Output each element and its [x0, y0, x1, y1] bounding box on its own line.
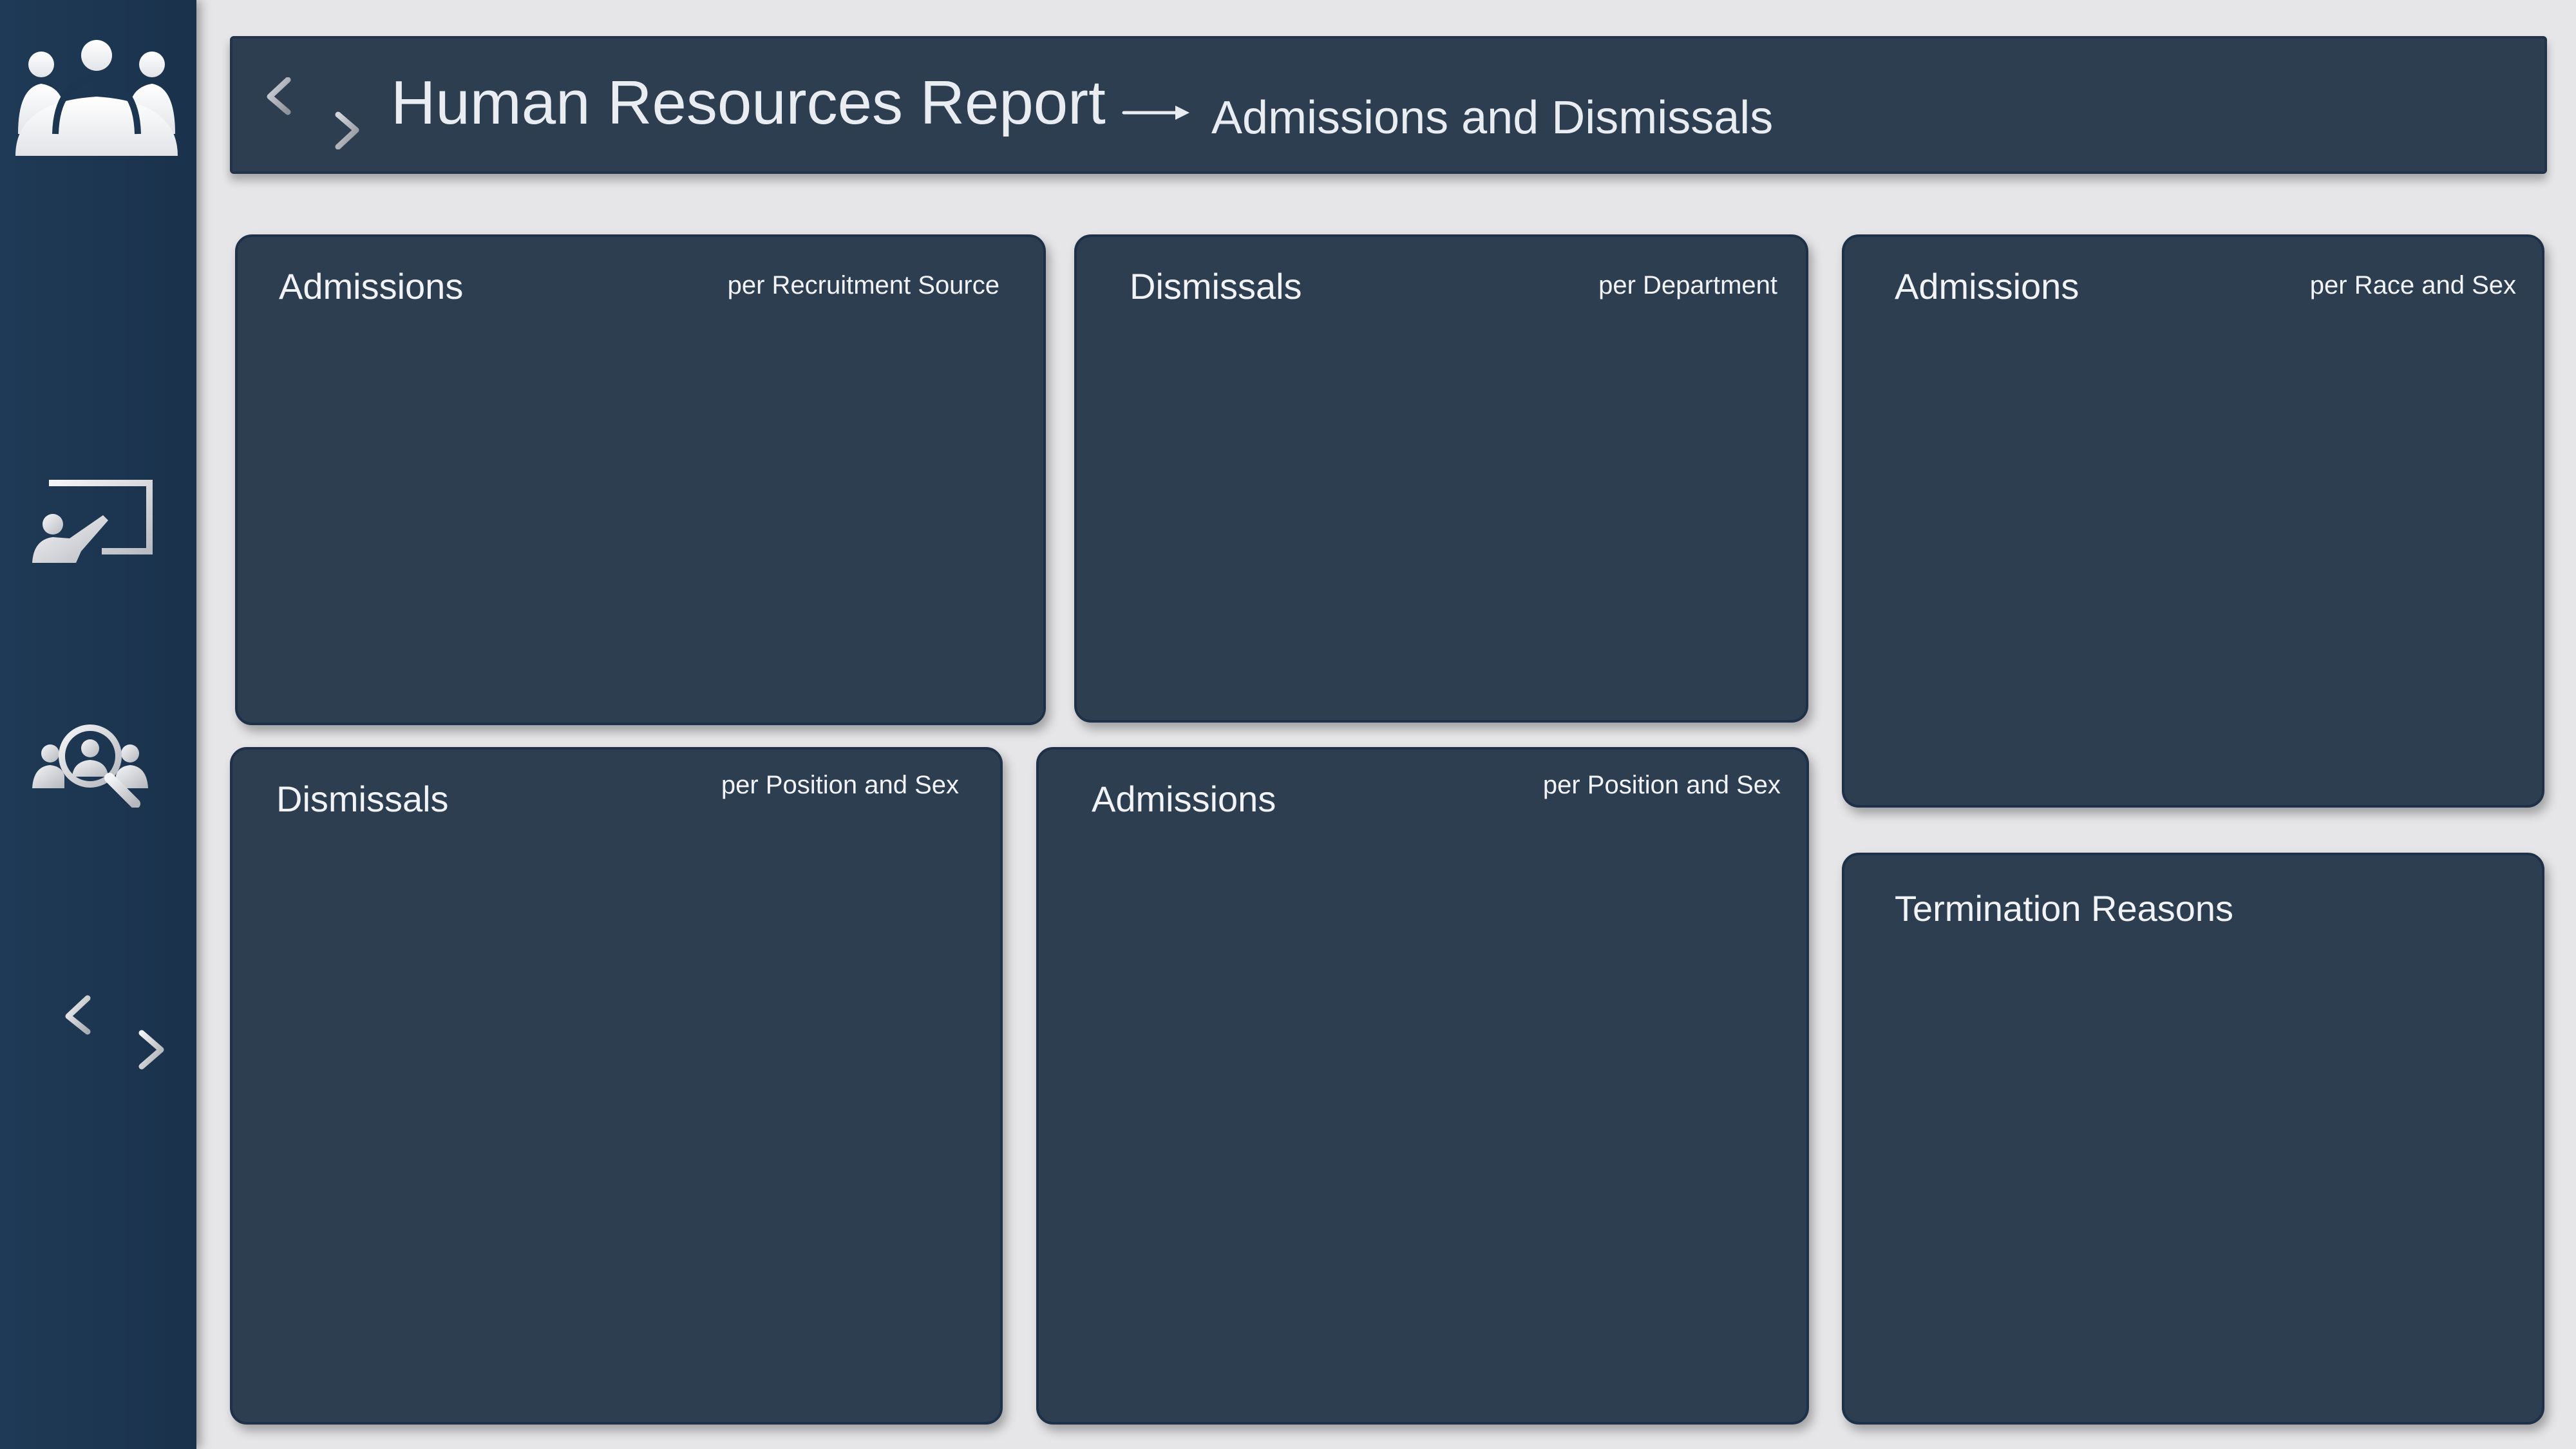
card-subtitle: per Recruitment Source — [727, 271, 999, 299]
card-title: Admissions — [1092, 779, 1276, 819]
card-dismissals-position-sex: Dismissals per Position and Sex — [230, 747, 1003, 1425]
card-subtitle: per Department — [1598, 271, 1777, 299]
card-subtitle: per Position and Sex — [1542, 771, 1781, 799]
swap-arrows-icon[interactable] — [266, 77, 360, 153]
page-subtitle: Admissions and Dismissals — [1211, 92, 1774, 144]
card-title: Admissions — [279, 266, 464, 307]
presentation-icon[interactable] — [31, 479, 153, 563]
card-admissions-recruitment-source: Admissions per Recruitment Source — [235, 234, 1046, 725]
page-title: Human Resources Report — [391, 68, 1106, 137]
chart-area — [1864, 327, 2523, 786]
chart-area — [257, 327, 1024, 703]
swap-arrows-icon[interactable] — [64, 994, 165, 1070]
card-title: Dismissals — [1130, 266, 1302, 307]
chart-area — [252, 840, 981, 1403]
card-title: Termination Reasons — [1895, 888, 2234, 929]
people-search-icon[interactable] — [32, 724, 148, 808]
report-header: Human Resources Report Admissions and Di… — [230, 36, 2547, 174]
chart-area — [1058, 840, 1787, 1403]
sidebar — [0, 0, 196, 1449]
card-subtitle: per Race and Sex — [2309, 271, 2516, 299]
card-subtitle: per Position and Sex — [721, 771, 959, 799]
people-group-icon[interactable] — [15, 37, 178, 156]
chart-area — [1864, 945, 2523, 1403]
card-termination-reasons: Termination Reasons — [1842, 853, 2544, 1425]
arrow-right-icon — [1121, 103, 1192, 126]
chart-area — [1096, 327, 1786, 701]
card-admissions-race-sex: Admissions per Race and Sex — [1842, 234, 2544, 808]
card-admissions-position-sex: Admissions per Position and Sex — [1036, 747, 1809, 1425]
card-dismissals-department: Dismissals per Department — [1074, 234, 1808, 723]
card-title: Dismissals — [276, 779, 449, 819]
card-title: Admissions — [1895, 266, 2079, 307]
